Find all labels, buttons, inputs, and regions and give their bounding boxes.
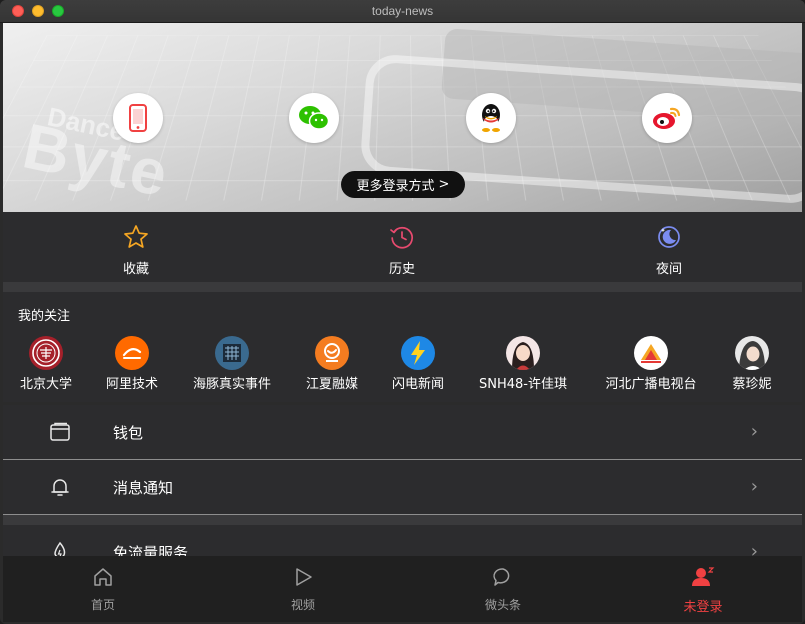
follow-name: 河北广播电视台 xyxy=(605,377,697,392)
chevron-right-icon: › xyxy=(750,476,758,497)
tab-not-logged-in-label: 未登录 xyxy=(683,600,723,615)
avatar xyxy=(634,336,668,370)
night-mode-icon xyxy=(658,226,680,248)
tab-not-logged-in[interactable]: 未登录 xyxy=(663,566,743,615)
hebei-tv-logo-icon xyxy=(641,344,661,363)
favorites-label: 收藏 xyxy=(122,262,149,277)
night-mode-label: 夜间 xyxy=(655,262,682,277)
title-bar: today-news xyxy=(0,0,805,23)
follow-name: 蔡珍妮 xyxy=(732,377,772,392)
bell-icon xyxy=(51,479,69,496)
wechat-login-button[interactable] xyxy=(289,93,339,143)
person-avatar-icon xyxy=(512,342,534,370)
wallet-label: 钱包 xyxy=(113,424,144,442)
follow-name: 阿里技术 xyxy=(105,377,158,392)
weibo-login-button[interactable] xyxy=(642,93,692,143)
history-icon xyxy=(390,226,414,249)
window-title: today-news xyxy=(371,4,434,18)
phone-icon xyxy=(129,104,147,132)
login-banner: Dance Byte 更多登录方式 > xyxy=(3,23,802,212)
notifications-label: 消息通知 xyxy=(113,479,174,497)
alibaba-logo-icon xyxy=(122,348,142,359)
person-avatar-icon xyxy=(739,341,765,370)
follow-item[interactable]: 河北广播电视台 xyxy=(599,336,703,392)
my-follows-section: 我的关注 北京大学 阿里技术 海豚真实事件 江夏融媒 闪电新闻 SNH48-许佳… xyxy=(3,292,802,402)
wallet-icon xyxy=(50,422,70,441)
home-icon xyxy=(94,568,112,586)
follow-item[interactable]: 北京大学 xyxy=(17,336,75,392)
more-login-arrow-icon: > xyxy=(438,177,450,192)
jiangxia-media-logo-icon xyxy=(324,343,340,362)
play-icon xyxy=(296,568,312,586)
more-login-label: 更多登录方式 xyxy=(356,179,435,194)
app-window: today-news Dance Byte 更多登录方式 > 收藏 历史 夜间 … xyxy=(0,0,805,624)
more-login-options-button[interactable]: 更多登录方式 > xyxy=(341,171,465,198)
peking-university-logo-icon xyxy=(32,339,60,367)
user-icon xyxy=(692,567,715,586)
lightning-news-logo-icon xyxy=(411,341,425,365)
follow-name: 海豚真实事件 xyxy=(192,377,271,392)
section-separator xyxy=(3,515,802,525)
tab-micro-headlines-label: 微头条 xyxy=(484,598,521,612)
avatar xyxy=(315,336,349,370)
follow-name: SNH48-许佳琪 xyxy=(479,377,567,392)
avatar xyxy=(215,336,249,370)
follow-name: 闪电新闻 xyxy=(391,377,444,392)
tab-home-label: 首页 xyxy=(90,598,115,612)
follow-name: 江夏融媒 xyxy=(305,377,358,392)
avatar xyxy=(401,336,435,370)
avatar xyxy=(29,336,63,370)
wechat-icon xyxy=(299,106,330,130)
follow-item[interactable]: 闪电新闻 xyxy=(389,336,447,392)
qq-login-button[interactable] xyxy=(466,93,516,143)
tab-home[interactable]: 首页 xyxy=(63,566,143,613)
favorites-button[interactable]: 收藏 xyxy=(96,224,176,277)
history-label: 历史 xyxy=(388,262,415,277)
night-mode-button[interactable]: 夜间 xyxy=(629,224,709,277)
follow-item[interactable]: 海豚真实事件 xyxy=(187,336,277,392)
quick-actions-bar: 收藏 历史 夜间 xyxy=(3,212,802,282)
qq-icon xyxy=(482,104,500,132)
follow-item[interactable]: SNH48-许佳琪 xyxy=(471,336,575,392)
chevron-right-icon: › xyxy=(750,421,758,442)
wallet-row[interactable]: 钱包 › xyxy=(3,405,802,459)
phone-login-button[interactable] xyxy=(113,93,163,143)
history-button[interactable]: 历史 xyxy=(362,224,442,277)
notifications-row[interactable]: 消息通知 › xyxy=(3,460,802,514)
follow-item[interactable]: 蔡珍妮 xyxy=(723,336,781,392)
weibo-icon xyxy=(653,107,681,129)
section-separator xyxy=(3,282,802,292)
follow-item[interactable]: 阿里技术 xyxy=(103,336,161,392)
avatar xyxy=(735,336,769,370)
tab-video[interactable]: 视频 xyxy=(263,566,343,613)
my-follows-title: 我的关注 xyxy=(18,309,71,324)
tab-micro-headlines[interactable]: 微头条 xyxy=(463,566,543,613)
tab-video-label: 视频 xyxy=(290,598,315,612)
dolphin-news-avatar-icon xyxy=(223,344,241,362)
follow-name: 北京大学 xyxy=(19,377,72,392)
bottom-tab-bar: 首页 视频 微头条 未登录 xyxy=(3,556,802,622)
avatar xyxy=(506,336,540,370)
avatar xyxy=(115,336,149,370)
follow-item[interactable]: 江夏融媒 xyxy=(303,336,361,392)
chat-bubble-icon xyxy=(493,568,510,586)
star-icon xyxy=(124,225,148,248)
